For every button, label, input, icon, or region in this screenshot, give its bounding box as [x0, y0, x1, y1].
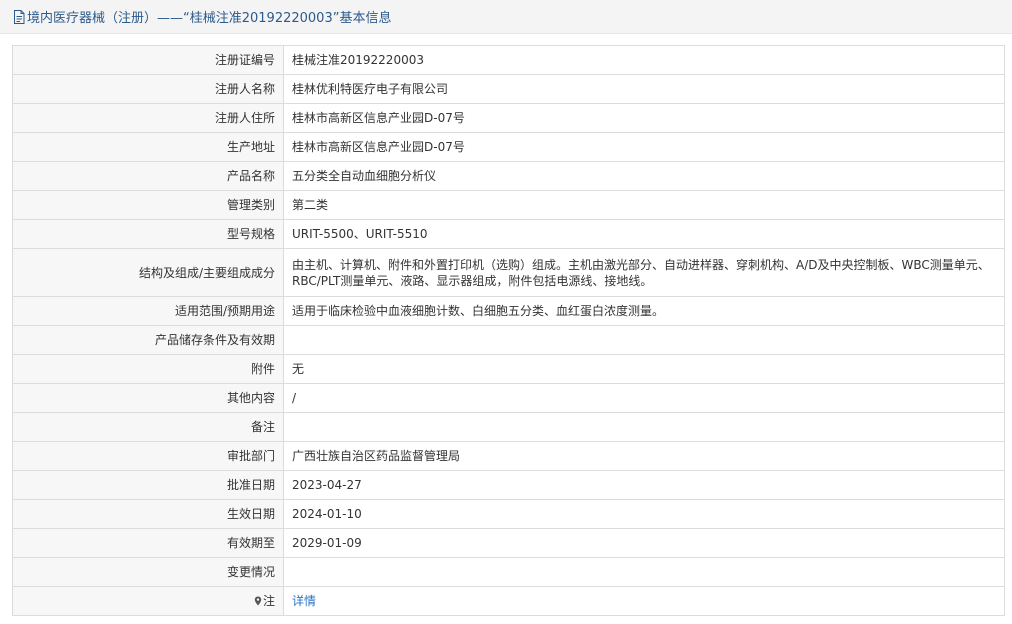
row-label: 审批部门 — [12, 441, 284, 471]
row-value: URIT-5500、URIT-5510 — [283, 219, 1005, 249]
row-value: 2024-01-10 — [283, 499, 1005, 529]
row-label: 管理类别 — [12, 190, 284, 220]
row-value: 由主机、计算机、附件和外置打印机（选购）组成。主机由激光部分、自动进样器、穿刺机… — [283, 248, 1005, 297]
table-row: 生产地址 桂林市高新区信息产业园D-07号 — [12, 132, 1005, 162]
row-value: 无 — [283, 354, 1005, 384]
row-label: 备注 — [12, 412, 284, 442]
table-row: 管理类别 第二类 — [12, 190, 1005, 220]
note-value-cell: 详情 — [283, 586, 1005, 616]
table-row: 生效日期 2024-01-10 — [12, 499, 1005, 529]
row-label: 注册人名称 — [12, 74, 284, 104]
row-label: 生产地址 — [12, 132, 284, 162]
table-row: 结构及组成/主要组成成分 由主机、计算机、附件和外置打印机（选购）组成。主机由激… — [12, 248, 1005, 297]
row-value: 五分类全自动血细胞分析仪 — [283, 161, 1005, 191]
row-value — [283, 412, 1005, 442]
row-value: 广西壮族自治区药品监督管理局 — [283, 441, 1005, 471]
row-label: 型号规格 — [12, 219, 284, 249]
table-row: 适用范围/预期用途 适用于临床检验中血液细胞计数、白细胞五分类、血红蛋白浓度测量… — [12, 296, 1005, 326]
table-row: 附件 无 — [12, 354, 1005, 384]
row-label: 注册证编号 — [12, 45, 284, 75]
table-row: 备注 — [12, 412, 1005, 442]
row-label: 变更情况 — [12, 557, 284, 587]
row-label: 批准日期 — [12, 470, 284, 500]
row-value: 2023-04-27 — [283, 470, 1005, 500]
note-label: 注 — [262, 594, 275, 608]
row-value: 桂械注准20192220003 — [283, 45, 1005, 75]
row-label: 产品名称 — [12, 161, 284, 191]
note-label-cell: 注 — [12, 586, 284, 616]
details-link[interactable]: 详情 — [292, 594, 316, 608]
table-row: 其他内容 / — [12, 383, 1005, 413]
row-value — [283, 325, 1005, 355]
table-row: 注册人住所 桂林市高新区信息产业园D-07号 — [12, 103, 1005, 133]
row-value: 适用于临床检验中血液细胞计数、白细胞五分类、血红蛋白浓度测量。 — [283, 296, 1005, 326]
detail-table: 注册证编号 桂械注准20192220003 注册人名称 桂林优利特医疗电子有限公… — [12, 45, 1005, 616]
row-value: 桂林市高新区信息产业园D-07号 — [283, 132, 1005, 162]
table-row: 审批部门 广西壮族自治区药品监督管理局 — [12, 441, 1005, 471]
row-label: 其他内容 — [12, 383, 284, 413]
document-icon — [14, 9, 25, 24]
row-value — [283, 557, 1005, 587]
table-row: 注册证编号 桂械注准20192220003 — [12, 45, 1005, 75]
detail-table-container: 注册证编号 桂械注准20192220003 注册人名称 桂林优利特医疗电子有限公… — [12, 45, 1005, 616]
row-value: / — [283, 383, 1005, 413]
row-value: 第二类 — [283, 190, 1005, 220]
page-header: 境内医疗器械（注册）——“桂械注准20192220003”基本信息 — [0, 0, 1012, 34]
map-pin-icon — [254, 596, 262, 606]
table-row: 变更情况 — [12, 557, 1005, 587]
table-row: 产品名称 五分类全自动血细胞分析仪 — [12, 161, 1005, 191]
detail-table-body: 注册证编号 桂械注准20192220003 注册人名称 桂林优利特医疗电子有限公… — [12, 45, 1005, 616]
row-label: 生效日期 — [12, 499, 284, 529]
row-label: 适用范围/预期用途 — [12, 296, 284, 326]
row-label: 产品储存条件及有效期 — [12, 325, 284, 355]
table-row: 有效期至 2029-01-09 — [12, 528, 1005, 558]
row-value: 2029-01-09 — [283, 528, 1005, 558]
row-label: 结构及组成/主要组成成分 — [12, 248, 284, 297]
table-row: 产品储存条件及有效期 — [12, 325, 1005, 355]
row-label: 附件 — [12, 354, 284, 384]
table-row: 注册人名称 桂林优利特医疗电子有限公司 — [12, 74, 1005, 104]
row-label: 注册人住所 — [12, 103, 284, 133]
row-value: 桂林优利特医疗电子有限公司 — [283, 74, 1005, 104]
page-title: 境内医疗器械（注册）——“桂械注准20192220003”基本信息 — [27, 11, 392, 26]
row-label: 有效期至 — [12, 528, 284, 558]
note-row: 注 详情 — [12, 586, 1005, 616]
row-value: 桂林市高新区信息产业园D-07号 — [283, 103, 1005, 133]
table-row: 型号规格 URIT-5500、URIT-5510 — [12, 219, 1005, 249]
table-row: 批准日期 2023-04-27 — [12, 470, 1005, 500]
